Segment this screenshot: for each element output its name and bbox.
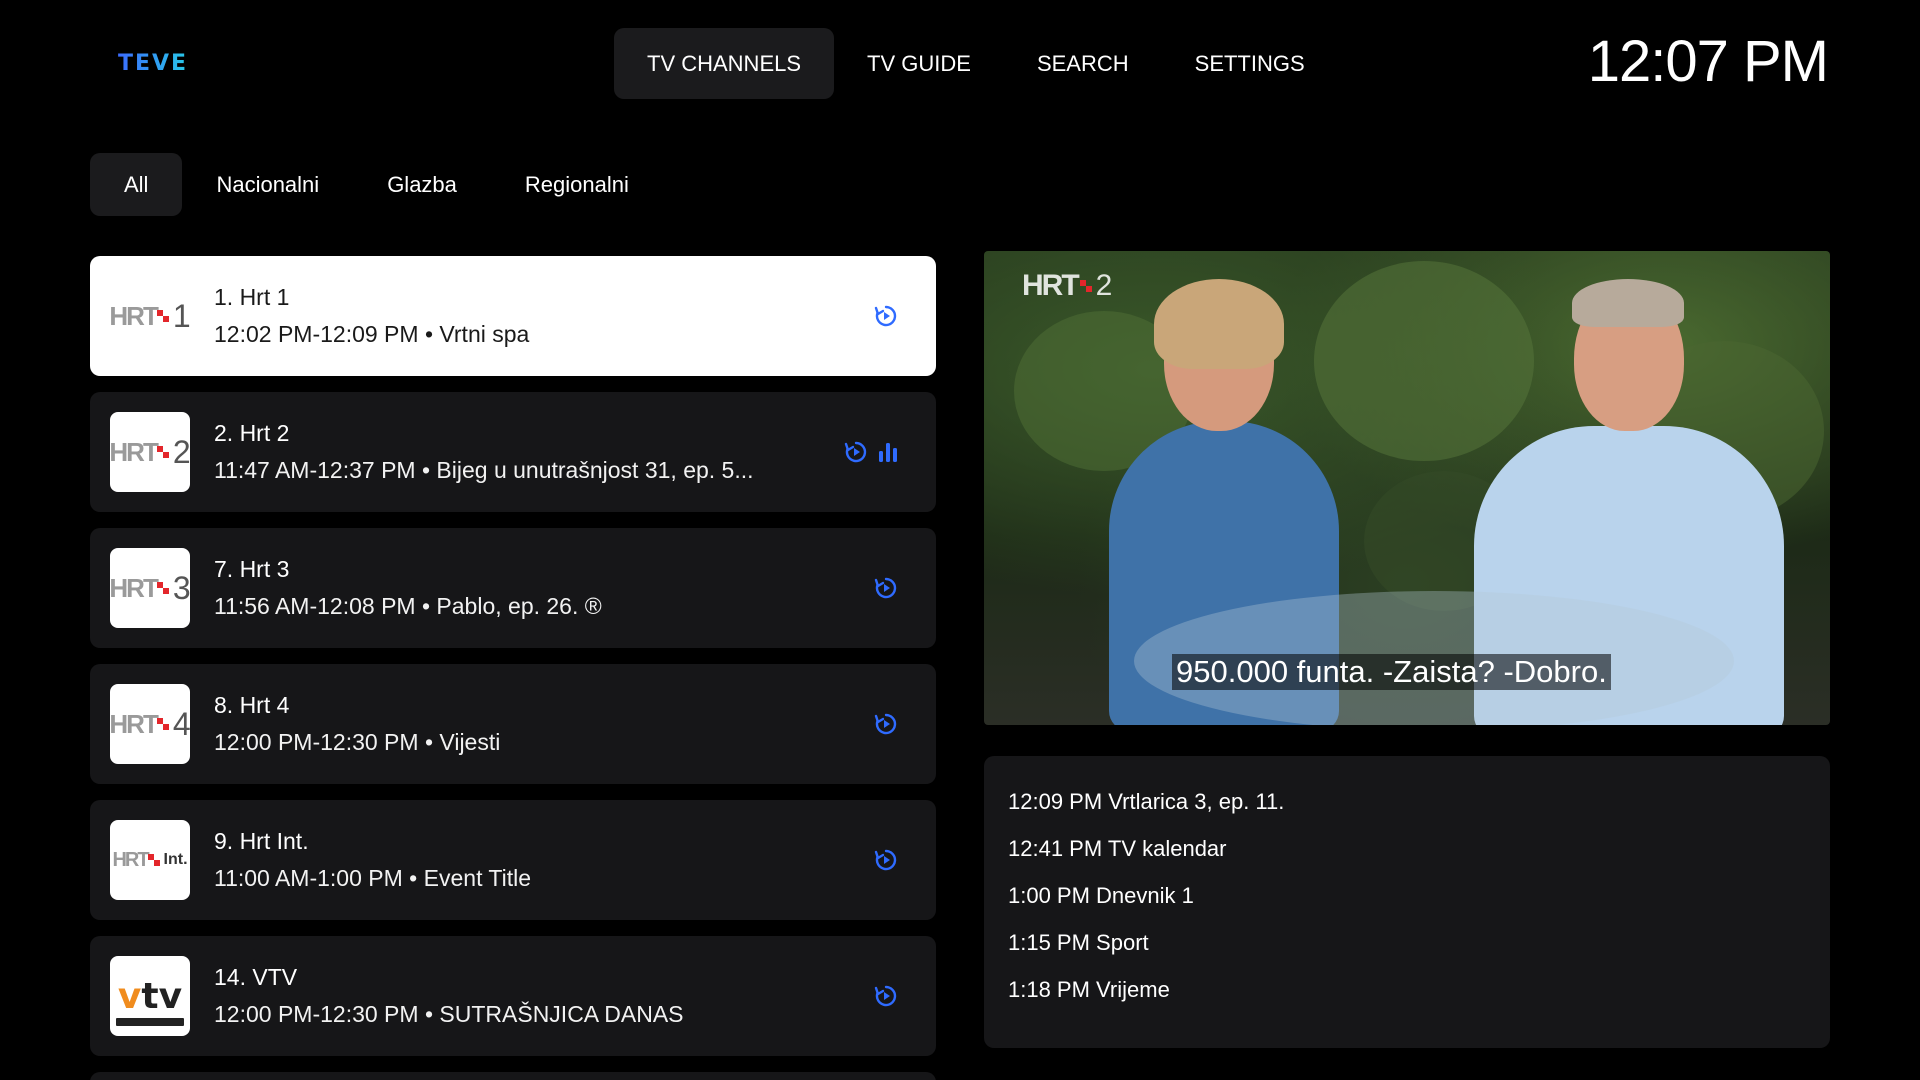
program-name: Vijesti — [439, 729, 501, 755]
channel-program-line: 12:02 PM-12:09 PM • Vrtni spa — [214, 321, 530, 347]
channel-row-partial — [90, 1072, 936, 1080]
channel-logo-hrt-int: HRT Int. — [110, 820, 190, 900]
category-glazba[interactable]: Glazba — [353, 153, 491, 216]
category-regionalni[interactable]: Regionalni — [491, 153, 663, 216]
program-time: 12:00 PM-12:30 PM — [214, 1001, 419, 1027]
video-subtitle: 950.000 funta. -Zaista? -Dobro. — [1172, 654, 1611, 690]
clock: 12:07 PM — [1587, 29, 1829, 94]
channel-logo-hrt3: HRT 3 — [110, 548, 190, 628]
logo-text: HRT — [110, 572, 159, 603]
replay-icon[interactable] — [874, 848, 898, 872]
logo-number: 4 — [172, 705, 190, 742]
channel-row-hrt1[interactable]: HRT 1 1. Hrt 1 12:02 PM-12:09 PM • Vrtni… — [90, 256, 936, 376]
program-name: Vrtni spa — [439, 321, 530, 347]
schedule-item[interactable]: 1:00 PM Dnevnik 1 — [1008, 872, 1806, 919]
app-logo: TEVE — [118, 51, 189, 76]
nav-tv-channels[interactable]: TV CHANNELS — [614, 28, 835, 99]
channel-row-hrt3[interactable]: HRT 3 7. Hrt 3 11:56 AM-12:08 PM • Pablo… — [90, 528, 936, 648]
channel-title: 7. Hrt 3 — [214, 556, 290, 582]
channel-logo-vtv: vtv — [110, 956, 190, 1036]
channel-row-hrt2[interactable]: HRT 2 2. Hrt 2 11:47 AM-12:37 PM • Bijeg… — [90, 392, 936, 512]
channel-logo-hrt1: HRT 1 — [110, 276, 190, 356]
channel-program-line: 11:47 AM-12:37 PM • Bijeg u unutrašnjost… — [214, 457, 754, 483]
program-name: Bijeg u unutrašnjost 31, ep. 5... — [436, 457, 754, 483]
program-name: Event Title — [423, 865, 532, 891]
channel-logo-hrt4: HRT 4 — [110, 684, 190, 764]
upcoming-schedule: 12:09 PM Vrtlarica 3, ep. 11. 12:41 PM T… — [984, 756, 1830, 1048]
program-time: 11:56 AM-12:08 PM — [214, 593, 416, 619]
watermark-number: 2 — [1095, 269, 1113, 302]
schedule-item[interactable]: 1:18 PM Vrijeme — [1008, 966, 1806, 1013]
hrt-checker-icon — [147, 854, 160, 866]
logo-number: 3 — [172, 569, 190, 606]
nav-search[interactable]: SEARCH — [1004, 28, 1162, 99]
hrt-checker-icon — [156, 310, 169, 322]
program-time: 12:00 PM-12:30 PM — [214, 729, 419, 755]
vtv-logo-bar — [116, 1018, 184, 1026]
category-tabs: All Nacionalni Glazba Regionalni — [90, 153, 663, 216]
channel-title: 14. VTV — [214, 964, 298, 990]
channel-program-line: 12:00 PM-12:30 PM • Vijesti — [214, 729, 501, 755]
video-preview[interactable]: HRT 2 950.000 funta. -Zaista? -Dobro. — [984, 251, 1830, 725]
logo-text: HRT — [110, 300, 159, 331]
channel-title: 2. Hrt 2 — [214, 420, 290, 446]
program-name: Pablo, ep. 26. ® — [436, 593, 602, 619]
category-nacionalni[interactable]: Nacionalni — [182, 153, 353, 216]
channel-title: 1. Hrt 1 — [214, 284, 290, 310]
category-all[interactable]: All — [90, 153, 183, 216]
channel-program-line: 11:00 AM-1:00 PM • Event Title — [214, 865, 532, 891]
channel-title: 8. Hrt 4 — [214, 692, 290, 718]
logo-number: Int. — [163, 851, 188, 868]
replay-icon[interactable] — [874, 304, 898, 328]
hrt-checker-icon — [156, 582, 169, 594]
person-man-hair — [1572, 279, 1684, 327]
nav-tv-guide[interactable]: TV GUIDE — [834, 28, 1004, 99]
nav-settings[interactable]: SETTINGS — [1162, 28, 1338, 99]
replay-icon[interactable] — [874, 712, 898, 736]
watermark-text: HRT — [1022, 269, 1080, 302]
hrt-checker-icon — [156, 446, 169, 458]
now-playing-icon — [878, 441, 898, 463]
foliage — [1314, 261, 1534, 461]
program-time: 12:02 PM-12:09 PM — [214, 321, 419, 347]
channel-title: 9. Hrt Int. — [214, 828, 309, 854]
replay-icon[interactable] — [874, 576, 898, 600]
channel-row-vtv[interactable]: vtv 14. VTV 12:00 PM-12:30 PM • SUTRAŠNJ… — [90, 936, 936, 1056]
schedule-item[interactable]: 1:15 PM Sport — [1008, 919, 1806, 966]
program-time: 11:00 AM-1:00 PM — [214, 865, 403, 891]
channel-watermark: HRT 2 — [1022, 269, 1112, 303]
hrt-checker-icon — [1079, 280, 1092, 292]
main-nav: TV CHANNELS TV GUIDE SEARCH SETTINGS — [614, 28, 1338, 99]
logo-number: 2 — [172, 433, 190, 470]
channel-program-line: 12:00 PM-12:30 PM • SUTRAŠNJICA DANAS — [214, 1001, 684, 1027]
logo-text: HRT — [112, 848, 149, 871]
logo-number: 1 — [172, 297, 190, 334]
replay-icon[interactable] — [874, 984, 898, 1008]
channel-row-hrt-int[interactable]: HRT Int. 9. Hrt Int. 11:00 AM-1:00 PM • … — [90, 800, 936, 920]
schedule-item[interactable]: 12:41 PM TV kalendar — [1008, 825, 1806, 872]
program-name: SUTRAŠNJICA DANAS — [439, 1001, 684, 1027]
channel-list: HRT 1 1. Hrt 1 12:02 PM-12:09 PM • Vrtni… — [90, 256, 936, 1072]
tv-app: TEVE TV CHANNELS TV GUIDE SEARCH SETTING… — [0, 0, 1920, 1080]
channel-row-hrt4[interactable]: HRT 4 8. Hrt 4 12:00 PM-12:30 PM • Vijes… — [90, 664, 936, 784]
person-woman-hair — [1154, 279, 1284, 369]
program-time: 11:47 AM-12:37 PM — [214, 457, 416, 483]
channel-logo-hrt2: HRT 2 — [110, 412, 190, 492]
hrt-checker-icon — [156, 718, 169, 730]
channel-program-line: 11:56 AM-12:08 PM • Pablo, ep. 26. ® — [214, 593, 602, 619]
vtv-logo-icon: vtv — [117, 975, 183, 1017]
schedule-item[interactable]: 12:09 PM Vrtlarica 3, ep. 11. — [1008, 778, 1806, 825]
logo-text: HRT — [110, 708, 159, 739]
logo-text: HRT — [110, 436, 159, 467]
replay-icon[interactable] — [844, 440, 868, 464]
